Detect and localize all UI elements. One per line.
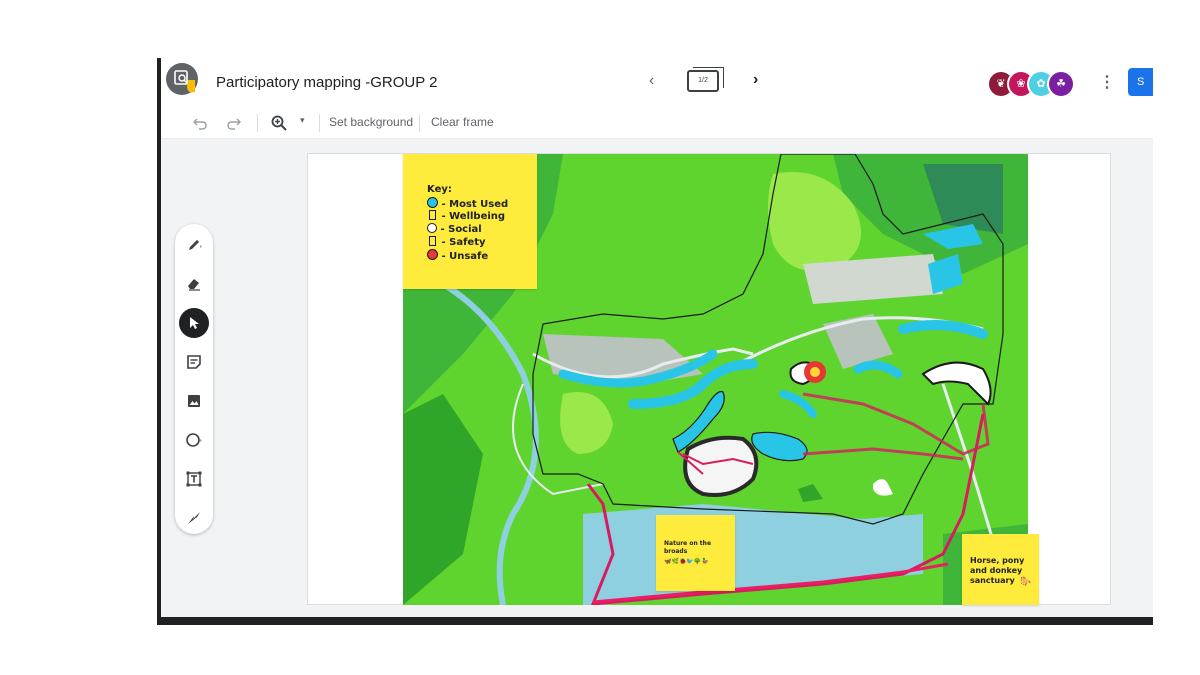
more-options-icon[interactable]: ⋮ (1099, 72, 1115, 92)
share-label: S (1137, 76, 1145, 88)
missing-glyph-icon (429, 236, 436, 246)
key-label: - Wellbeing (438, 211, 506, 222)
missing-glyph-icon (429, 210, 436, 220)
toolbar-divider (419, 114, 420, 132)
text-box-tool[interactable] (179, 464, 209, 494)
key-label: - Social (437, 224, 482, 235)
key-item-wellbeing: - Wellbeing (427, 210, 505, 222)
jamboard-window: Participatory mapping -GROUP 2 ‹ 1/2 › ❦… (157, 58, 1153, 625)
top-bar: Participatory mapping -GROUP 2 ‹ 1/2 › ❦… (161, 58, 1153, 109)
shape-tool[interactable] (179, 425, 209, 455)
frame-indicator[interactable]: 1/2 (687, 67, 724, 92)
image-tool[interactable] (179, 386, 209, 416)
board-canvas[interactable]: Key: - Most Used - Wellbeing - Social - … (307, 153, 1111, 605)
clear-frame-button[interactable]: Clear frame (431, 115, 494, 129)
white-dot-icon (427, 223, 437, 233)
horse-sanctuary-sticky-note[interactable]: Horse, pony and donkey sanctuary 🐎 (962, 534, 1039, 605)
share-button[interactable]: S (1128, 68, 1153, 96)
key-item-most-used: - Most Used (427, 197, 508, 210)
circle-icon (186, 433, 202, 447)
sticky-note-icon (187, 355, 201, 369)
set-background-button[interactable]: Set background (329, 115, 413, 129)
animal-emoji-icons: 🦋🌿🐞🐦🌳🦆 (664, 558, 709, 565)
pen-icon (189, 240, 202, 250)
key-label: - Unsafe (438, 251, 489, 262)
map-key-sticky-note[interactable]: Key: - Most Used - Wellbeing - Social - … (403, 154, 537, 289)
redo-icon[interactable] (227, 116, 241, 130)
select-tool[interactable] (179, 308, 209, 338)
key-item-unsafe: - Unsafe (427, 249, 488, 262)
sticky-note-tool[interactable] (179, 347, 209, 377)
toolbar-divider (319, 114, 320, 132)
key-title: Key: (427, 184, 452, 195)
key-label: - Safety (438, 237, 486, 248)
key-item-social: - Social (427, 223, 482, 235)
toolbar-divider (257, 114, 258, 132)
board-toolbar: ▾ Set background Clear frame (161, 108, 1153, 139)
blue-dot-icon (427, 197, 438, 208)
key-label: - Most Used (438, 199, 509, 210)
image-icon (188, 395, 200, 407)
nature-sticky-note[interactable]: Nature on the broads 🦋🌿🐞🐦🌳🦆 (656, 515, 735, 591)
text-box-icon (186, 471, 202, 487)
horse-emoji-icon: 🐎 (1020, 577, 1032, 587)
laser-tool[interactable] (179, 503, 209, 533)
caret-down-icon[interactable]: ▾ (300, 115, 305, 126)
eraser-icon (188, 279, 200, 291)
undo-icon[interactable] (193, 116, 207, 130)
tools-sidebar (175, 224, 213, 534)
cursor-icon (190, 317, 199, 329)
next-frame-button[interactable]: › (753, 71, 758, 89)
avatar[interactable]: ☘ (1047, 70, 1075, 98)
document-title[interactable]: Participatory mapping -GROUP 2 (216, 74, 437, 91)
red-dot-icon (427, 249, 438, 260)
zoom-in-icon[interactable] (271, 115, 287, 131)
laser-icon (188, 512, 200, 524)
pen-tool[interactable] (179, 230, 209, 260)
eraser-tool[interactable] (179, 269, 209, 299)
app-logo-icon[interactable] (165, 62, 199, 96)
key-item-safety: - Safety (427, 236, 486, 248)
previous-frame-button[interactable]: ‹ (649, 72, 654, 90)
nature-note-text: Nature on the broads (664, 540, 712, 555)
